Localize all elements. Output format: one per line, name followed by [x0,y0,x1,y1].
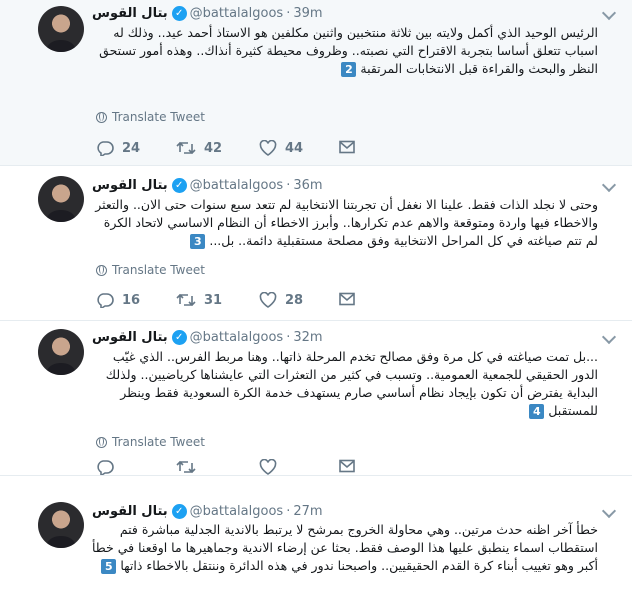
translate-label: Translate Tweet [112,435,205,449]
heart-icon [259,459,277,475]
handle[interactable]: @battalalgoos [190,330,284,345]
dm-button[interactable] [339,140,355,154]
avatar[interactable] [38,176,84,222]
verified-badge-icon: ✓ [171,329,187,345]
display-name[interactable]: بتال القوس [92,178,168,193]
keycap-number: 3 [190,234,206,249]
retweet-button[interactable] [176,459,196,475]
globe-icon [96,111,107,123]
chevron-down-icon[interactable] [601,329,617,345]
keycap-number: 2 [341,62,357,77]
like-count: 28 [285,292,304,308]
keycap-number: 4 [529,404,545,419]
timestamp[interactable]: 36m [293,178,322,193]
reply-icon [96,459,114,475]
globe-icon [96,264,107,276]
heart-icon [259,140,277,156]
avatar[interactable] [38,329,84,375]
retweet-icon [176,140,196,156]
dm-button[interactable] [339,292,355,306]
keycap-number: 5 [101,559,117,574]
envelope-icon [339,292,355,306]
separator: · [286,329,291,345]
handle[interactable]: @battalalgoos [190,6,284,21]
envelope-icon [339,140,355,154]
tweet-text: ...بل تمت صياغته في كل مرة وفق مصالح تخد… [92,348,598,420]
handle[interactable]: @battalalgoos [190,504,284,519]
tweet-header: بتال القوس ✓ @battalalgoos · 36m [92,176,323,194]
translate-tweet[interactable]: Translate Tweet [96,110,205,124]
retweet-icon [176,459,196,475]
reply-button[interactable]: 16 [96,292,140,308]
dm-button[interactable] [339,459,355,473]
separator: · [286,5,291,21]
retweet-button[interactable]: 31 [176,292,222,308]
chevron-down-icon[interactable] [601,5,617,21]
like-count: 44 [285,140,304,156]
translate-tweet[interactable]: Translate Tweet [96,435,205,449]
tweet-text: وحتى لا نجلد الذات فقط. علينا الا نغفل أ… [92,196,598,250]
retweet-icon [176,292,196,308]
retweet-count: 42 [204,140,223,156]
retweet-button[interactable]: 42 [176,140,222,156]
tweet[interactable]: بتال القوس ✓ @battalalgoos · 32m ...بل ت… [0,321,632,476]
tweet-header: بتال القوس ✓ @battalalgoos · 27m [92,502,323,520]
timestamp[interactable]: 39m [293,6,322,21]
timestamp[interactable]: 32m [293,330,322,345]
heart-icon [259,292,277,308]
reply-button[interactable] [96,459,114,475]
translate-tweet[interactable]: Translate Tweet [96,263,205,277]
tweet-body: ...بل تمت صياغته في كل مرة وفق مصالح تخد… [105,349,598,418]
reply-count: 24 [122,140,141,156]
translate-label: Translate Tweet [112,110,205,124]
display-name[interactable]: بتال القوس [92,504,168,519]
display-name[interactable]: بتال القوس [92,6,168,21]
tweet-text: الرئيس الوحيد الذي أكمل ولايته بين ثلاثة… [92,24,598,78]
like-button[interactable]: 44 [259,140,303,156]
tweet[interactable]: بتال القوس ✓ @battalalgoos · 39m الرئيس … [0,0,632,166]
tweet-body: وحتى لا نجلد الذات فقط. علينا الا نغفل أ… [95,197,598,248]
tweet-header: بتال القوس ✓ @battalalgoos · 39m [92,4,323,22]
handle[interactable]: @battalalgoos [190,178,284,193]
like-button[interactable] [259,459,277,475]
timestamp[interactable]: 27m [293,504,322,519]
verified-badge-icon: ✓ [171,5,187,21]
retweet-count: 31 [204,292,223,308]
tweet-header: بتال القوس ✓ @battalalgoos · 32m [92,328,323,346]
translate-label: Translate Tweet [112,263,205,277]
envelope-icon [339,459,355,473]
globe-icon [96,436,107,448]
verified-badge-icon: ✓ [171,177,187,193]
verified-badge-icon: ✓ [171,503,187,519]
reply-icon [96,140,114,156]
chevron-down-icon[interactable] [601,177,617,193]
separator: · [286,177,291,193]
chevron-down-icon[interactable] [601,503,617,519]
like-button[interactable]: 28 [259,292,303,308]
reply-icon [96,292,114,308]
tweet-text: خطأ آخر اظنه حدث مرتين.. وهي محاولة الخر… [92,521,598,575]
separator: · [286,503,291,519]
avatar[interactable] [38,6,84,52]
tweet[interactable]: بتال القوس ✓ @battalalgoos · 36m وحتى لا… [0,166,632,321]
reply-count: 16 [122,292,141,308]
tweet-body: خطأ آخر اظنه حدث مرتين.. وهي محاولة الخر… [91,522,598,573]
display-name[interactable]: بتال القوس [92,330,168,345]
avatar[interactable] [38,502,84,548]
tweet[interactable]: بتال القوس ✓ @battalalgoos · 27m خطأ آخر… [0,476,632,590]
reply-button[interactable]: 24 [96,140,140,156]
